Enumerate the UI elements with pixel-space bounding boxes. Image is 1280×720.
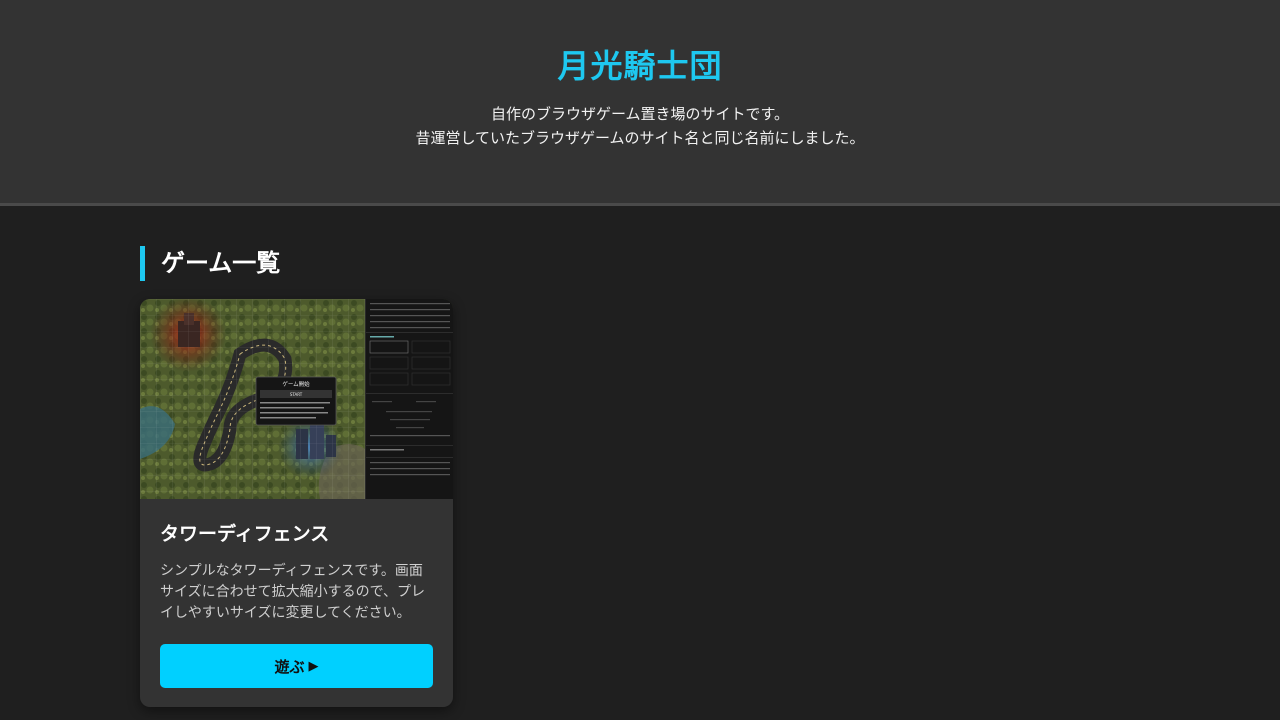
play-button-label: 遊ぶ [274, 657, 305, 676]
game-card-body: タワーディフェンス シンプルなタワーディフェンスです。画面サイズに合わせて拡大縮… [140, 499, 453, 688]
thumbnail-side-panel [365, 299, 453, 499]
thumbnail-overlay-button: START [290, 392, 303, 397]
site-description-line-1: 自作のブラウザゲーム置き場のサイトです。 [490, 105, 790, 123]
thumbnail-map-art: ゲーム開始 START [140, 299, 365, 499]
site-description-line-2: 昔運営していたブラウザゲームのサイト名と同じ名前にしました。 [415, 129, 865, 147]
play-button[interactable]: 遊ぶ ▶ [160, 644, 433, 688]
thumbnail-map: ゲーム開始 START [140, 299, 365, 499]
play-icon: ▶ [308, 658, 319, 674]
game-card: ゲーム開始 START タワーディフェンス シンプルなタワーディフェンスです。画… [140, 299, 453, 707]
thumbnail-side-panel-art [366, 303, 453, 476]
thumbnail-overlay-title: ゲーム開始 [282, 380, 310, 388]
game-description: シンプルなタワーディフェンスです。画面サイズに合わせて拡大縮小するので、プレイし… [160, 563, 426, 621]
main-content: ゲーム一覧 ゲーム開始 START タワーディフェンス シンプルなタワーディフェ… [0, 206, 1280, 707]
game-thumbnail: ゲーム開始 START [140, 299, 453, 499]
site-title: 月光騎士団 [557, 47, 723, 85]
site-header: 月光騎士団 自作のブラウザゲーム置き場のサイトです。 昔運営していたブラウザゲー… [0, 0, 1280, 206]
site-description: 自作のブラウザゲーム置き場のサイトです。 昔運営していたブラウザゲームのサイト名… [0, 102, 1280, 150]
section-title-game-list: ゲーム一覧 [140, 246, 1280, 281]
game-title: タワーディフェンス [160, 523, 330, 545]
